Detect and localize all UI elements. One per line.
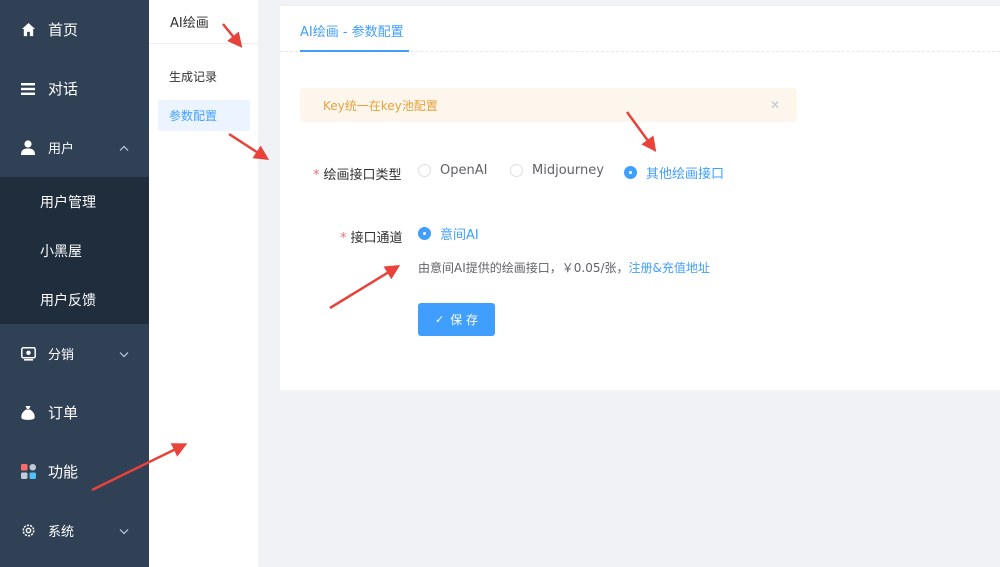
submenu-item-user-management[interactable]: 用户管理	[0, 177, 149, 226]
nav-label: 对话	[48, 80, 79, 98]
secondary-item-records[interactable]: 生成记录	[158, 61, 250, 92]
nav-item-chat[interactable]: 对话	[0, 59, 149, 118]
tab-active-indicator	[300, 50, 409, 52]
radio-midjourney[interactable]: Midjourney	[510, 163, 604, 178]
nav-label: 用户	[48, 142, 75, 157]
check-icon: ✓	[434, 313, 445, 326]
radio-circle	[510, 164, 523, 177]
radio-label: 意间AI	[440, 228, 479, 243]
radio-label: 其他绘画接口	[646, 167, 725, 182]
nav-label: 订单	[48, 404, 79, 422]
menu-lines-icon	[20, 81, 36, 97]
required-mark: *	[313, 168, 320, 183]
label-text: 接口通道	[350, 231, 403, 246]
save-label: 保 存	[450, 313, 479, 327]
radio-circle	[624, 166, 637, 179]
channel-description: 由意间AI提供的绘画接口，￥0.05/张，注册&充值地址	[418, 259, 710, 276]
chevron-up-icon	[119, 140, 129, 155]
user-submenu: 用户管理 小黑屋 用户反馈	[0, 177, 149, 324]
home-icon	[20, 22, 36, 38]
chevron-down-icon	[119, 523, 129, 538]
nav-item-orders[interactable]: 订单	[0, 383, 149, 442]
nav-label: 分销	[48, 348, 75, 363]
sidebar: 首页 对话 用户 用户管理 小黑屋 用户反馈 分销 订单 功能 系统	[0, 0, 149, 567]
secondary-menu-title: AI绘画	[149, 0, 258, 44]
secondary-item-config[interactable]: 参数配置	[158, 100, 250, 131]
close-icon[interactable]: ✕	[770, 98, 780, 112]
channel-label: * 接口通道	[340, 227, 403, 246]
tab-bar: AI绘画 - 参数配置	[280, 6, 1000, 52]
chevron-down-icon	[119, 346, 129, 361]
submenu-item-blacklist[interactable]: 小黑屋	[0, 226, 149, 275]
key-pool-alert: Key统一在key池配置 ✕	[300, 88, 797, 122]
money-bag-icon	[20, 405, 36, 421]
nav-label: 功能	[48, 463, 79, 481]
register-recharge-link[interactable]: 注册&充值地址	[629, 261, 710, 275]
tab-param-config[interactable]: AI绘画 - 参数配置	[300, 21, 404, 40]
nav-item-system[interactable]: 系统	[0, 501, 149, 560]
radio-yijian-ai[interactable]: 意间AI	[418, 224, 479, 243]
distribution-icon	[20, 346, 36, 362]
gear-icon	[20, 523, 36, 539]
nav-item-user[interactable]: 用户	[0, 118, 149, 177]
radio-circle	[418, 164, 431, 177]
secondary-menu: AI绘画 生成记录 参数配置	[149, 0, 258, 567]
nav-item-distribution[interactable]: 分销	[0, 324, 149, 383]
alert-text: Key统一在key池配置	[323, 98, 438, 113]
description-text: 由意间AI提供的绘画接口，￥0.05/张，	[418, 261, 629, 275]
interface-type-label: * 绘画接口类型	[313, 164, 402, 183]
nav-item-features[interactable]: 功能	[0, 442, 149, 501]
nav-label: 首页	[48, 21, 79, 39]
save-button[interactable]: ✓ 保 存	[418, 303, 495, 336]
required-mark: *	[340, 231, 347, 246]
nav-item-home[interactable]: 首页	[0, 0, 149, 59]
radio-circle	[418, 227, 431, 240]
radio-openai[interactable]: OpenAI	[418, 163, 487, 178]
radio-label: Midjourney	[532, 163, 604, 178]
label-text: 绘画接口类型	[323, 168, 402, 183]
nav-label: 系统	[48, 525, 75, 540]
grid-icon	[20, 464, 36, 480]
submenu-item-feedback[interactable]: 用户反馈	[0, 275, 149, 324]
radio-other-interface[interactable]: 其他绘画接口	[624, 163, 724, 182]
user-icon	[20, 140, 36, 156]
radio-label: OpenAI	[440, 163, 488, 178]
config-card: AI绘画 - 参数配置 Key统一在key池配置 ✕ * 绘画接口类型 OpenA…	[280, 6, 1000, 390]
